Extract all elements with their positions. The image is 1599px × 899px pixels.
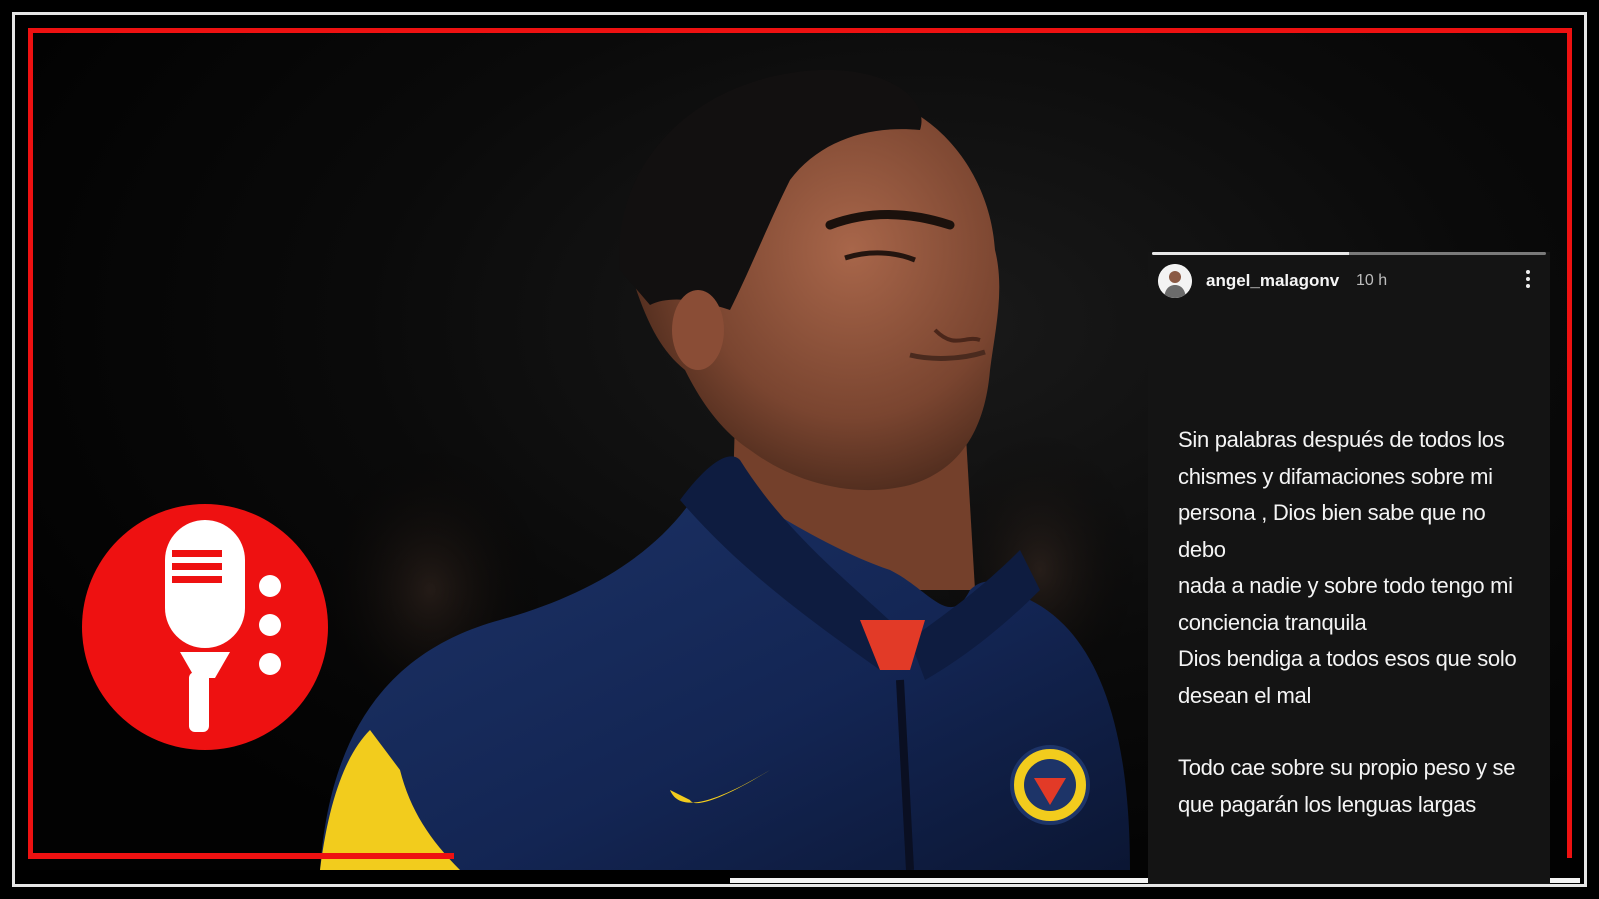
story-line: chismes y difamaciones sobre mi — [1178, 463, 1493, 489]
story-line: desean el mal — [1178, 682, 1312, 708]
microphone-icon — [82, 504, 328, 750]
avatar[interactable] — [1158, 264, 1192, 298]
story-line: que pagarán los lenguas largas — [1178, 791, 1477, 817]
story-progress-fill — [1152, 252, 1349, 255]
story-line: Dios bendiga a todos esos que solo — [1178, 646, 1517, 671]
story-line: persona , Dios bien sabe que no debo — [1178, 500, 1486, 562]
story-caption: Sin palabras después de todos los chisme… — [1178, 422, 1538, 823]
instagram-story-panel: angel_malagonv 10 h Sin palabras después… — [1148, 252, 1550, 884]
red-bottom-bar — [28, 853, 454, 859]
more-vertical-icon — [1526, 270, 1530, 274]
story-progress-bar — [1152, 252, 1546, 255]
story-username[interactable]: angel_malagonv — [1206, 271, 1339, 291]
story-line: conciencia tranquila — [1178, 609, 1367, 635]
more-options-button[interactable] — [1518, 264, 1538, 294]
story-line: Sin palabras después de todos los — [1178, 427, 1505, 452]
story-line: nada a nadie y sobre todo tengo mi — [1178, 573, 1513, 598]
story-timestamp: 10 h — [1356, 272, 1388, 289]
podcast-logo — [80, 502, 330, 752]
story-line: Todo cae sobre su propio peso y se — [1178, 755, 1516, 780]
